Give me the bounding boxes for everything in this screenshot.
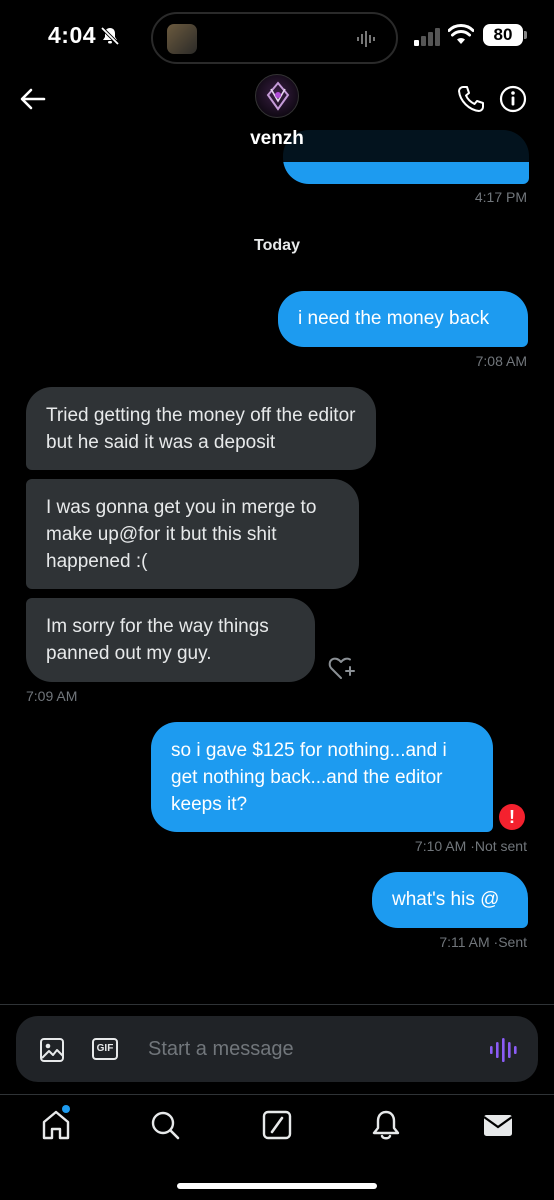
message-bubble-incoming[interactable]: Tried getting the money off the editor b… <box>26 387 376 470</box>
message-composer: GIF <box>16 1016 538 1082</box>
home-icon[interactable] <box>39 1108 73 1142</box>
date-separator: Today <box>254 237 300 254</box>
gif-icon[interactable]: GIF <box>92 1038 118 1060</box>
avatar[interactable] <box>255 74 299 118</box>
home-indicator[interactable] <box>177 1183 377 1189</box>
search-icon[interactable] <box>148 1108 182 1142</box>
battery-tip <box>524 31 527 39</box>
message-bubble-incoming[interactable]: Im sorry for the way things panned out m… <box>26 598 315 682</box>
composer-divider <box>0 1004 554 1005</box>
contact-name[interactable]: venzh <box>0 128 554 150</box>
delivery-status: ·Not sent <box>470 838 527 854</box>
delivery-status: ·Sent <box>493 934 527 950</box>
message-input[interactable] <box>148 1016 468 1082</box>
message-status[interactable]: 7:10 AM ·Not sent <box>415 838 527 854</box>
info-icon[interactable] <box>498 84 528 114</box>
wifi-icon <box>448 24 474 44</box>
back-arrow-icon[interactable] <box>18 84 48 114</box>
message-timestamp: 7:11 AM <box>439 934 490 950</box>
message-timestamp: 7:10 AM <box>414 838 467 854</box>
voice-wave-icon[interactable] <box>488 1036 518 1064</box>
cellular-signal-icon <box>414 28 440 46</box>
avatar-logo-icon <box>266 81 290 111</box>
phone-icon[interactable] <box>456 84 486 114</box>
tab-bar-divider <box>0 1094 554 1095</box>
message-timestamp: 7:08 AM <box>475 353 527 369</box>
message-bubble-outgoing[interactable]: what's his @ <box>372 872 528 928</box>
message-bubble-outgoing[interactable]: i need the money back <box>278 291 528 347</box>
conversation-header: venzh <box>0 70 554 162</box>
error-icon[interactable]: ! <box>499 804 525 830</box>
notification-dot <box>62 1105 70 1113</box>
battery-indicator: 80 <box>483 24 523 46</box>
silent-bell-icon <box>100 26 120 46</box>
status-time: 4:04 <box>48 22 97 48</box>
status-bar: 4:04 80 <box>0 0 554 70</box>
audio-wave-icon <box>357 31 375 47</box>
message-timestamp: 4:17 PM <box>474 189 527 205</box>
add-reaction-icon[interactable] <box>327 654 355 682</box>
compose-icon[interactable] <box>260 1108 294 1142</box>
message-bubble-outgoing-failed[interactable]: so i gave $125 for nothing...and i get n… <box>151 722 493 832</box>
dynamic-island[interactable] <box>151 12 398 64</box>
mail-icon[interactable] <box>481 1108 515 1142</box>
message-bubble-incoming[interactable]: I was gonna get you in merge to make up@… <box>26 479 359 589</box>
image-icon[interactable] <box>38 1036 66 1064</box>
bell-icon[interactable] <box>369 1108 403 1142</box>
message-status: 7:11 AM ·Sent <box>439 934 527 950</box>
now-playing-thumbnail <box>167 24 197 54</box>
message-timestamp: 7:09 AM <box>26 688 78 704</box>
